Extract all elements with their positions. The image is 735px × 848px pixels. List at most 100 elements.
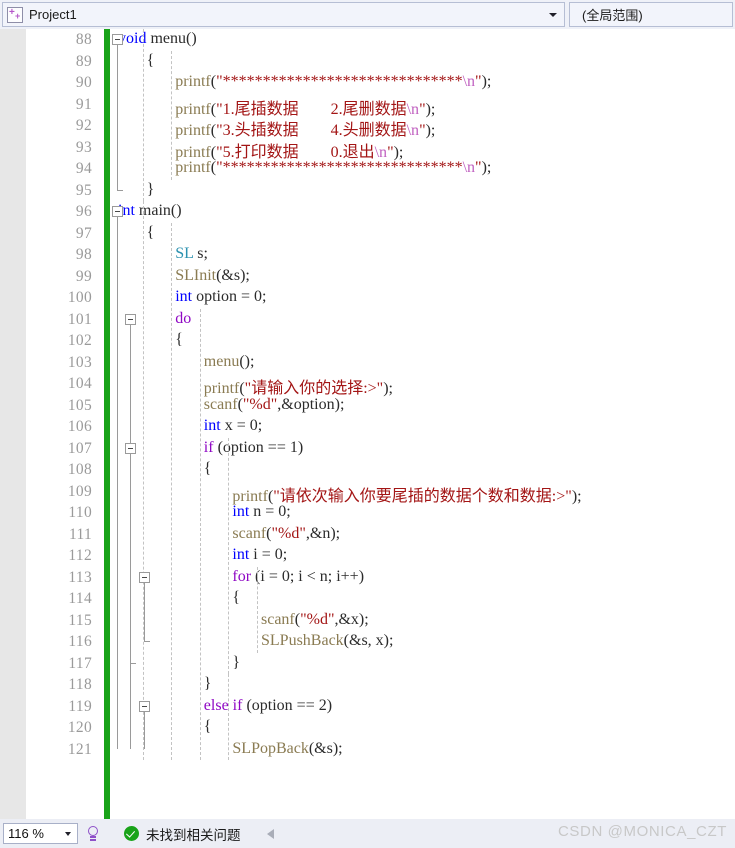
token-pl: (i = 0; i < n; i++) <box>251 567 365 585</box>
code-line[interactable]: 107 if (option == 1) <box>0 438 735 460</box>
token-pl: option = 0; <box>192 288 267 305</box>
code-line[interactable]: 99 SLInit(&s); <box>0 266 735 288</box>
line-number: 111 <box>69 525 92 543</box>
line-number: 114 <box>68 590 92 607</box>
status-message: 未找到相关问题 <box>146 827 241 843</box>
code-editor-surface[interactable]: 88 void menu() 89 {90 printf("**************… <box>0 29 735 819</box>
token-pl: (); <box>239 352 255 370</box>
code-line-text: int x = 0; <box>204 417 262 435</box>
code-line[interactable]: 113 for (i = 0; i < n; i++) <box>0 567 735 589</box>
outlining-collapse-box[interactable] <box>112 34 123 45</box>
token-pl: (option == 2) <box>242 696 333 714</box>
token-pl: } <box>146 180 155 198</box>
outlining-collapse-box[interactable] <box>125 442 136 454</box>
code-line[interactable]: 115 scanf("%d",&x); <box>0 610 735 632</box>
indent-guide <box>228 437 230 674</box>
token-fn: SLInit <box>175 266 217 284</box>
code-line[interactable]: 108 { <box>0 459 735 481</box>
line-number: 118 <box>68 676 92 693</box>
token-str: "%d" <box>242 395 278 413</box>
outlining-collapse-box[interactable] <box>112 206 123 217</box>
code-line[interactable]: 90 printf("******************************… <box>0 72 735 94</box>
code-line[interactable]: 102 { <box>0 330 735 352</box>
code-line[interactable]: 88 void menu() <box>0 29 735 51</box>
line-number: 120 <box>67 719 92 736</box>
token-kw: int <box>203 417 221 434</box>
project-selector-combobox[interactable]: + + Project1 <box>2 2 565 27</box>
lightbulb-icon[interactable] <box>84 825 102 843</box>
code-line[interactable]: 118} <box>0 674 735 696</box>
code-line-text: { <box>175 331 183 349</box>
token-type: SL <box>175 245 194 262</box>
code-line[interactable]: 98 SL s; <box>0 244 735 266</box>
line-number: 90 <box>75 74 92 91</box>
line-number: 107 <box>67 439 92 457</box>
token-fn: SLPopBack <box>232 739 309 757</box>
line-number: 93 <box>75 138 92 156</box>
code-line[interactable]: 103 menu(); <box>0 352 735 374</box>
outlining-vertical-line <box>117 45 118 190</box>
code-line[interactable]: 105 scanf("%d",&option); <box>0 395 735 417</box>
code-line[interactable]: 119 else if (option == 2) <box>0 696 735 718</box>
code-line-text: printf("******************************\n… <box>175 159 491 177</box>
code-line-text: { <box>232 589 240 607</box>
code-line[interactable]: 104 printf("请输入你的选择:>"); <box>0 373 735 397</box>
caret-left-icon[interactable] <box>266 828 274 839</box>
outlining-end-tick <box>130 662 136 664</box>
indent-guide <box>142 201 144 760</box>
token-pl: { <box>146 51 155 69</box>
code-line[interactable]: 112 int i = 0; <box>0 545 735 567</box>
line-number: 119 <box>68 697 92 715</box>
code-line-text: int n = 0; <box>232 503 290 521</box>
code-line-text: do <box>175 310 191 328</box>
code-line[interactable]: 111 scanf("%d",&n); <box>0 524 735 546</box>
line-number: 91 <box>75 95 92 113</box>
token-pl: { <box>232 589 241 606</box>
token-str: "%d" <box>300 610 335 628</box>
code-line-text: void menu() <box>118 30 197 48</box>
token-kw: int <box>175 288 193 305</box>
token-fn: scanf <box>203 395 238 413</box>
zoom-level-combobox[interactable]: 116 % <box>3 823 78 844</box>
token-kwc: else if <box>203 696 243 714</box>
token-kwc: for <box>232 567 252 585</box>
code-line[interactable]: 114 { <box>0 588 735 610</box>
token-fn: menu <box>203 352 240 370</box>
code-line[interactable]: 91 printf("1.尾插数据 2.尾删数据\n"); <box>0 94 735 118</box>
code-line[interactable]: 101 do <box>0 309 735 331</box>
token-fn: SLPushBack <box>261 632 344 649</box>
outlining-collapse-box[interactable] <box>139 571 150 583</box>
line-number: 95 <box>75 181 92 199</box>
code-line[interactable]: 100 int option = 0; <box>0 287 735 309</box>
code-line[interactable]: 97 { <box>0 223 735 245</box>
code-line[interactable]: 92 printf("3.头插数据 4.头删数据\n"); <box>0 115 735 139</box>
code-line[interactable]: 117} <box>0 653 735 675</box>
code-line[interactable]: 110 int n = 0; <box>0 502 735 524</box>
token-pl: (&s, x); <box>343 632 394 649</box>
code-line[interactable]: 96 int main() <box>0 201 735 223</box>
code-line-text: scanf("%d",&x); <box>261 611 369 629</box>
outlining-collapse-box[interactable] <box>125 313 136 325</box>
code-line-text: } <box>204 675 212 693</box>
chevron-down-icon[interactable] <box>65 831 71 836</box>
code-line[interactable]: 94 printf("******************************… <box>0 158 735 180</box>
chevron-down-icon[interactable] <box>549 12 557 17</box>
code-line-text: else if (option == 2) <box>204 697 332 715</box>
code-line[interactable]: 120 { <box>0 717 735 739</box>
code-line-text: SLInit(&s); <box>175 267 250 285</box>
line-number: 100 <box>67 289 92 306</box>
zoom-level-label: 116 % <box>8 826 44 841</box>
line-number: 99 <box>75 267 92 285</box>
code-line[interactable]: 116 SLPushBack(&s, x); <box>0 631 735 653</box>
code-line[interactable]: 89 { <box>0 51 735 73</box>
outlining-end-tick <box>144 641 150 642</box>
token-pl: ,&n); <box>305 524 341 542</box>
code-line[interactable]: 93 printf("5.打印数据 0.退出\n"); <box>0 137 735 161</box>
outlining-collapse-box[interactable] <box>139 700 150 712</box>
scope-selector-combobox[interactable]: (全局范围) <box>569 2 733 27</box>
editor-navigation-bar: + + Project1 (全局范围) <box>0 0 735 29</box>
code-line[interactable]: 121 SLPopBack(&s); <box>0 739 735 761</box>
code-line[interactable]: 106 int x = 0; <box>0 416 735 438</box>
code-line[interactable]: 95} <box>0 180 735 202</box>
code-line[interactable]: 109 printf("请依次输入你要尾插的数据个数和数据:>"); <box>0 481 735 505</box>
